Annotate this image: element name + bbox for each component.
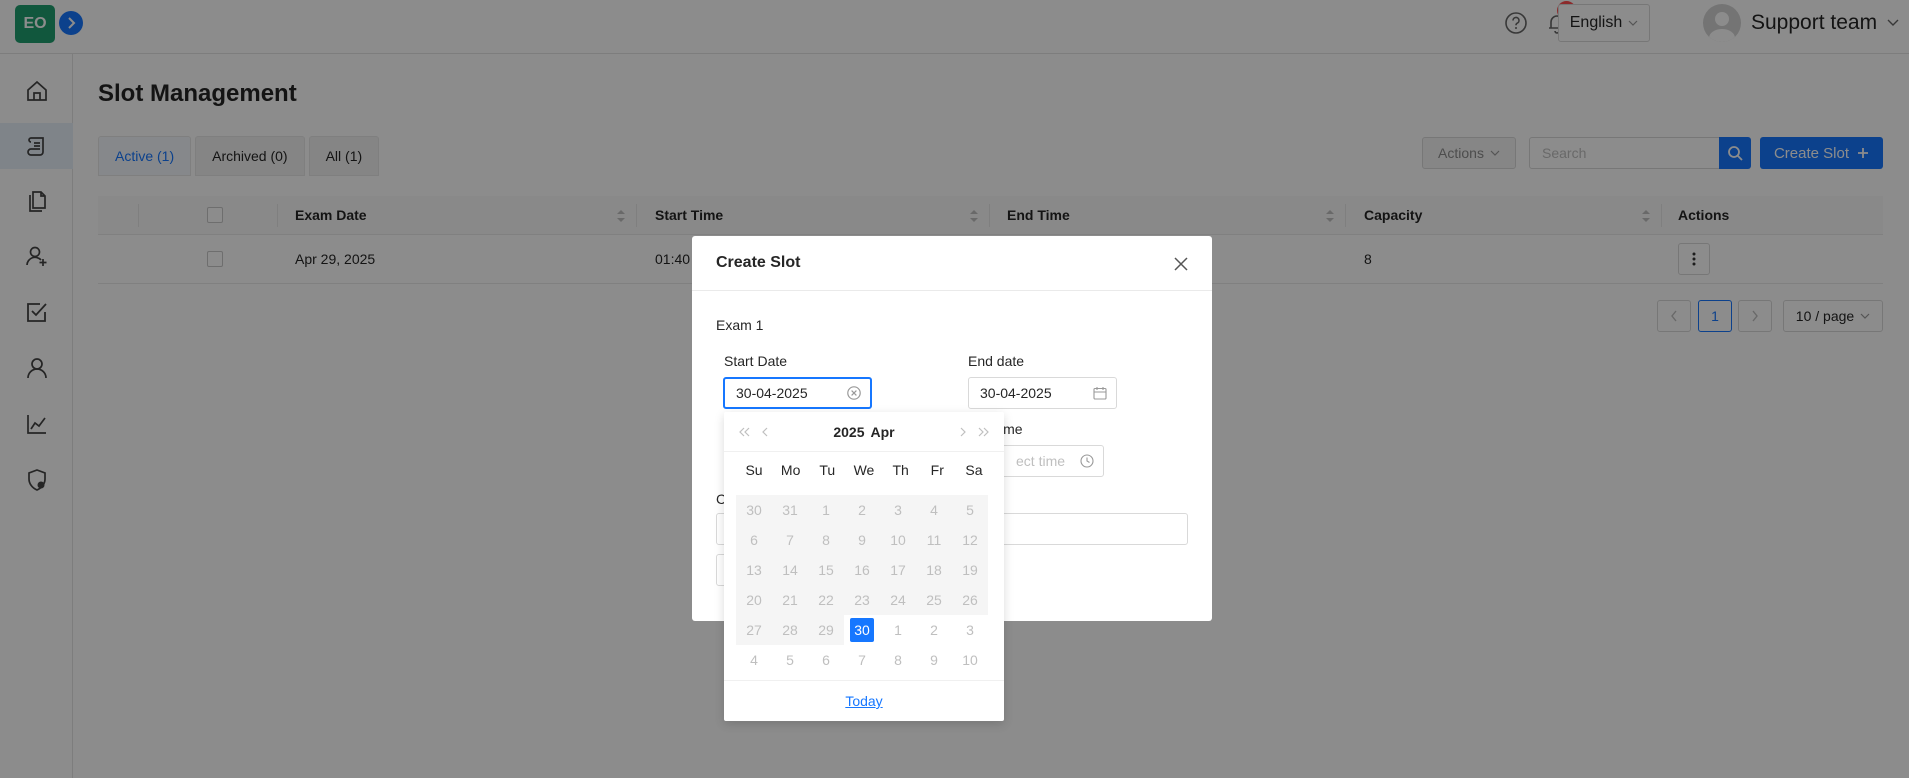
start-date-input[interactable]: 30-04-2025 [723,377,872,409]
calendar-day: 20 [736,585,772,615]
clear-circle-icon[interactable] [847,386,861,400]
weekday: Mo [780,462,801,478]
calendar-day: 30 [736,495,772,525]
calendar-week: 27 28 29 30 1 2 3 [736,615,992,645]
picker-year[interactable]: 2025 [833,424,864,440]
calendar-day[interactable]: 5 [772,645,808,675]
chevron-right-icon[interactable] [955,424,971,440]
calendar-day[interactable]: 3 [952,615,988,645]
weekday: We [853,462,875,478]
calendar-day: 15 [808,555,844,585]
calendar-day: 19 [952,555,988,585]
weekday: Tu [819,462,836,478]
calendar-day[interactable]: 2 [916,615,952,645]
end-date-label: End date [968,353,1025,369]
close-icon[interactable] [1173,256,1189,272]
modal-header: Create Slot [692,236,1212,291]
double-chevron-right-icon[interactable] [976,424,992,440]
calendar-day: 9 [844,525,880,555]
calendar-week: 4 5 6 7 8 9 10 [736,645,992,675]
calendar-day: 17 [880,555,916,585]
date-picker-footer: Today [724,680,1004,721]
calendar-day: 3 [880,495,916,525]
calendar-grid: 30 31 1 2 3 4 5 6 7 8 9 10 11 12 13 14 1… [736,495,992,675]
calendar-day: 12 [952,525,988,555]
calendar-day[interactable]: 10 [952,645,988,675]
calendar-day: 31 [772,495,808,525]
calendar-week: 20 21 22 23 24 25 26 [736,585,992,615]
calendar-day: 24 [880,585,916,615]
calendar-day: 21 [772,585,808,615]
calendar-day[interactable]: 6 [808,645,844,675]
weekday: Sa [965,462,983,478]
calendar-day: 8 [808,525,844,555]
weekday: Su [745,462,763,478]
weekday-row: Su Mo Tu We Th Fr Sa [736,462,992,478]
double-chevron-left-icon[interactable] [736,424,752,440]
calendar-day: 1 [808,495,844,525]
modal-title: Create Slot [716,254,801,271]
calendar-day-selected[interactable]: 30 [844,615,880,645]
calendar-day: 4 [916,495,952,525]
calendar-day: 27 [736,615,772,645]
picker-month[interactable]: Apr [871,424,895,440]
calendar-day: 11 [916,525,952,555]
end-date-value: 30-04-2025 [980,385,1052,401]
calendar-day: 23 [844,585,880,615]
calendar-day: 18 [916,555,952,585]
calendar-day: 7 [772,525,808,555]
date-picker-popup: 2025 Apr Su Mo Tu We Th Fr Sa 30 31 1 2 … [724,412,1004,721]
calendar-day: 10 [880,525,916,555]
time-placeholder: ect time [1016,453,1066,469]
calendar-day: 26 [952,585,988,615]
weekday: Th [892,462,909,478]
calendar-day: 28 [772,615,808,645]
weekday: Fr [930,462,944,478]
calendar-icon [1093,387,1107,400]
calendar-week: 13 14 15 16 17 18 19 [736,555,992,585]
calendar-day[interactable]: 8 [880,645,916,675]
calendar-day[interactable]: 9 [916,645,952,675]
calendar-day: 22 [808,585,844,615]
chevron-left-icon[interactable] [757,424,773,440]
today-link[interactable]: Today [845,693,882,709]
calendar-day: 2 [844,495,880,525]
calendar-day[interactable]: 4 [736,645,772,675]
calendar-day[interactable]: 7 [844,645,880,675]
calendar-week: 30 31 1 2 3 4 5 [736,495,992,525]
calendar-day: 5 [952,495,988,525]
end-date-input[interactable]: 30-04-2025 [968,377,1117,409]
calendar-day: 16 [844,555,880,585]
calendar-day: 25 [916,585,952,615]
calendar-day: 13 [736,555,772,585]
date-picker-header: 2025 Apr [724,412,1004,452]
start-date-value: 30-04-2025 [736,385,808,401]
calendar-day: 14 [772,555,808,585]
calendar-day: 6 [736,525,772,555]
calendar-day: 29 [808,615,844,645]
exam-name: Exam 1 [716,317,764,333]
start-date-label: Start Date [724,353,788,369]
calendar-week: 6 7 8 9 10 11 12 [736,525,992,555]
calendar-day[interactable]: 1 [880,615,916,645]
clock-icon [1080,454,1094,468]
